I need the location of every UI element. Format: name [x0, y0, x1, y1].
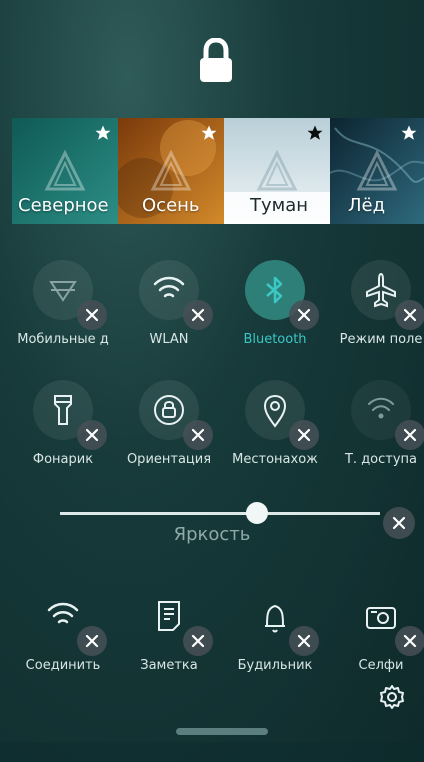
shortcut-label: Заметка [140, 658, 198, 673]
ambience-card[interactable]: Туман [224, 118, 330, 224]
toggle-hotspot[interactable]: Т. доступа [328, 380, 424, 490]
toggle-orientation[interactable]: Ориентация [116, 380, 222, 490]
toggle-label: Bluetooth [243, 332, 307, 347]
toggle-label: Мобильные д [17, 332, 109, 347]
toggle-label: Фонарик [32, 452, 94, 467]
close-icon [297, 308, 311, 322]
remove-toggle-button[interactable] [395, 420, 424, 450]
toggle-label: WLAN [149, 332, 189, 347]
remove-shortcut-button[interactable] [395, 626, 424, 656]
toggle-bluetooth[interactable]: Bluetooth [222, 260, 328, 370]
close-icon [403, 308, 417, 322]
close-icon [403, 428, 417, 442]
shortcut-row: Соединить Заметка Будильник Селфи [0, 586, 424, 696]
brightness-label: Яркость [173, 524, 251, 545]
ambience-card[interactable]: Северное [12, 118, 118, 224]
pulley-handle[interactable] [176, 728, 268, 735]
close-icon [85, 308, 99, 322]
close-icon [85, 428, 99, 442]
shortcut-label: Соединить [25, 658, 101, 673]
toggle-label: Т. доступа [344, 452, 418, 467]
favorite-star-icon[interactable] [400, 124, 418, 142]
remove-toggle-button[interactable] [289, 420, 319, 450]
shortcut-label: Будильник [237, 658, 313, 673]
bottom-strip [0, 742, 424, 762]
remove-toggle-button[interactable] [183, 300, 213, 330]
ambience-label: Северное [18, 195, 109, 216]
remove-toggle-button[interactable] [289, 300, 319, 330]
close-icon [85, 634, 99, 648]
remove-toggle-button[interactable] [395, 300, 424, 330]
favorite-star-icon[interactable] [94, 124, 112, 142]
shortcut-note[interactable]: Заметка [116, 586, 222, 696]
remove-shortcut-button[interactable] [183, 626, 213, 656]
remove-shortcut-button[interactable] [289, 626, 319, 656]
toggle-mobile-data[interactable]: Мобильные д [10, 260, 116, 370]
toggle-label: Местонахож [232, 452, 318, 467]
ambience-label: Осень [142, 195, 200, 216]
ambience-logo-icon [44, 149, 86, 191]
close-icon [297, 428, 311, 442]
toggle-flashlight[interactable]: Фонарик [10, 380, 116, 490]
ambience-logo-icon [356, 149, 398, 191]
toggle-row-2: Фонарик Ориентация Местонахож Т. доступа [0, 380, 424, 490]
shortcut-selfie[interactable]: Селфи [328, 586, 424, 696]
ambience-carousel[interactable]: Северное Осень Туман Лёд [0, 118, 424, 224]
close-icon [297, 634, 311, 648]
toggle-wlan[interactable]: WLAN [116, 260, 222, 370]
toggle-airplane-mode[interactable]: Режим поле [328, 260, 424, 370]
ambience-card[interactable]: Лёд [330, 118, 424, 224]
favorite-star-icon[interactable] [306, 124, 324, 142]
close-icon [191, 428, 205, 442]
ambience-label: Лёд [348, 195, 386, 216]
toggle-label: Ориентация [126, 452, 212, 467]
toggle-label: Режим поле [339, 332, 423, 347]
shortcut-connect[interactable]: Соединить [10, 586, 116, 696]
remove-brightness-button[interactable] [383, 507, 415, 539]
ambience-label: Туман [250, 195, 309, 216]
favorite-star-icon[interactable] [200, 124, 218, 142]
ambience-logo-icon [150, 149, 192, 191]
remove-toggle-button[interactable] [77, 300, 107, 330]
brightness-knob[interactable] [246, 502, 268, 524]
close-icon [392, 516, 406, 530]
ambience-card[interactable]: Осень [118, 118, 224, 224]
brightness-track[interactable] [60, 512, 380, 515]
remove-toggle-button[interactable] [183, 420, 213, 450]
shortcut-label: Селфи [358, 658, 404, 673]
lock-area [0, 0, 424, 118]
remove-shortcut-button[interactable] [77, 626, 107, 656]
close-icon [191, 634, 205, 648]
close-icon [191, 308, 205, 322]
toggle-location[interactable]: Местонахож [222, 380, 328, 490]
close-icon [403, 634, 417, 648]
ambience-logo-icon [256, 149, 298, 191]
lock-icon[interactable] [196, 38, 236, 84]
toggle-row-1: Мобильные д WLAN Bluetooth Режим поле [0, 260, 424, 370]
shortcut-alarm[interactable]: Будильник [222, 586, 328, 696]
settings-gear-icon[interactable] [378, 683, 406, 711]
remove-toggle-button[interactable] [77, 420, 107, 450]
